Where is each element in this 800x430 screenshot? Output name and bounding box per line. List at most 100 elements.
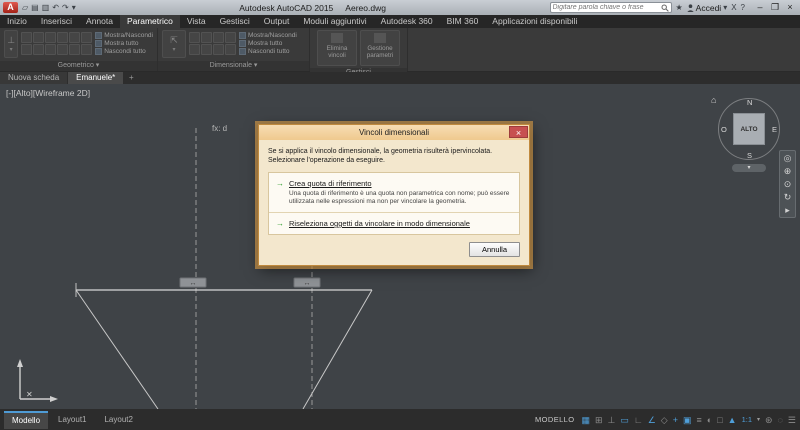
annotation-scale[interactable]: 1:1 (742, 415, 752, 424)
ortho-mode-icon[interactable]: ∟ (634, 413, 643, 427)
constraint-icon[interactable] (57, 44, 69, 55)
isometric-drafting-icon[interactable]: ◇ (661, 413, 668, 427)
tab-autodesk-360[interactable]: Autodesk 360 (374, 15, 440, 28)
viewcube-compass[interactable]: ⌂ N E S O ALTO (711, 95, 780, 160)
constraint-icon[interactable] (213, 32, 224, 43)
cancel-button[interactable]: Annulla (468, 242, 520, 257)
grid-icon[interactable]: ▦ (581, 413, 590, 427)
show-all-geometric-button[interactable]: Mostra tutto (95, 40, 153, 47)
constraint-icon[interactable] (225, 32, 236, 43)
constraint-icon[interactable] (201, 32, 212, 43)
constraint-icon[interactable] (45, 32, 57, 43)
constraint-icon[interactable] (45, 44, 57, 55)
help-icon[interactable]: ? (741, 3, 745, 12)
viewcube-east[interactable]: E (772, 125, 777, 134)
customization-icon[interactable]: ☰ (788, 413, 796, 427)
search-input[interactable] (552, 4, 661, 11)
titlebar[interactable]: A ▱ ▤ ▥ ↶ ↷ ▾ Autodesk AutoCAD 2015 Aereo… (0, 0, 800, 15)
viewcube-north[interactable]: N (747, 98, 752, 107)
dimensional-constraint-marker[interactable]: ↔ (293, 277, 321, 288)
constraint-icon[interactable] (69, 32, 81, 43)
zoom-icon[interactable]: ⊙ (784, 179, 792, 189)
linear-constraint-button[interactable]: ⇱ ▾ (162, 30, 186, 58)
new-drawing-button[interactable]: + (124, 72, 138, 84)
file-tab-emanuele[interactable]: Emanuele* (68, 72, 124, 84)
viewcube-west[interactable]: O (721, 125, 727, 134)
print-icon[interactable]: ▥ (42, 3, 50, 13)
snap-mode-icon[interactable]: ⊞ (595, 413, 603, 427)
close-button[interactable]: × (783, 2, 797, 13)
annotation-visibility-icon[interactable]: ▲ (728, 413, 737, 427)
reselect-objects-option[interactable]: → Riseleziona oggetti da vincolare in mo… (269, 212, 519, 234)
viewcube-menu[interactable]: ▾ (732, 164, 766, 172)
show-motion-icon[interactable]: ▸ (785, 205, 790, 215)
drawing-area[interactable]: ↔ ↔ [-][Alto][Wireframe 2D] fx: d ⌂ N E … (0, 84, 800, 409)
constraint-icon[interactable] (69, 44, 81, 55)
viewcube-home-icon[interactable]: ⌂ (711, 95, 716, 105)
constraint-icon[interactable] (189, 32, 200, 43)
tab-bim-360[interactable]: BIM 360 (440, 15, 486, 28)
redo-icon[interactable]: ↷ (62, 3, 69, 13)
open-icon[interactable]: ▱ (22, 3, 28, 13)
panel-label-dimensionale[interactable]: Dimensionale ▾ (158, 61, 309, 71)
hide-all-geometric-button[interactable]: Nascondi tutto (95, 48, 153, 55)
tab-inserisci[interactable]: Inserisci (34, 15, 79, 28)
file-tab-nuova-scheda[interactable]: Nuova scheda (0, 72, 68, 84)
dialog-titlebar[interactable]: Vincoli dimensionali × (259, 125, 529, 140)
orbit-icon[interactable]: ↻ (784, 192, 792, 202)
application-menu-button[interactable]: A (3, 2, 18, 13)
constraint-icon[interactable] (81, 32, 93, 43)
tab-gestisci[interactable]: Gestisci (213, 15, 257, 28)
constraint-icon[interactable] (189, 44, 200, 55)
workspace-switching-icon[interactable]: ⊛ (765, 413, 773, 427)
tab-applicazioni-disponibili[interactable]: Applicazioni disponibili (485, 15, 584, 28)
dynamic-input-icon[interactable]: ▭ (620, 413, 629, 427)
tab-moduli-aggiuntivi[interactable]: Moduli aggiuntivi (296, 15, 373, 28)
hide-all-dimensional-button[interactable]: Nascondi tutto (239, 48, 297, 55)
tab-output[interactable]: Output (257, 15, 297, 28)
constraint-icon[interactable] (225, 44, 236, 55)
restore-button[interactable]: ❐ (768, 2, 782, 13)
infer-constraints-icon[interactable]: ⊥ (608, 413, 616, 427)
layout-tab-layout1[interactable]: Layout1 (50, 412, 94, 428)
object-snap-icon[interactable]: ▣ (683, 413, 692, 427)
layout-tab-layout2[interactable]: Layout2 (96, 412, 140, 428)
constraint-icon[interactable] (57, 32, 69, 43)
lineweight-icon[interactable]: ≡ (697, 413, 702, 427)
constraint-icon[interactable] (33, 32, 45, 43)
constraint-icon[interactable] (33, 44, 45, 55)
viewport-controls[interactable]: [-][Alto][Wireframe 2D] (6, 88, 90, 98)
show-hide-dimensional-button[interactable]: Mostra/Nascondi (239, 32, 297, 39)
panel-label-geometrico[interactable]: Geometrico ▾ (0, 61, 157, 71)
show-all-dimensional-button[interactable]: Mostra tutto (239, 40, 297, 47)
dimensional-constraint-marker[interactable]: ↔ (179, 277, 207, 288)
tab-vista[interactable]: Vista (180, 15, 213, 28)
search-icon[interactable] (661, 4, 669, 12)
annotation-scale-caret-icon[interactable]: ▾ (757, 416, 760, 423)
show-hide-geometric-button[interactable]: Mostra/Nascondi (95, 32, 153, 39)
exchange-apps-icon[interactable]: X (731, 3, 736, 12)
tab-annota[interactable]: Annota (79, 15, 120, 28)
viewcube-south[interactable]: S (747, 151, 752, 160)
layout-tab-modello[interactable]: Modello (4, 410, 49, 429)
viewcube[interactable]: ⌂ N E S O ALTO ▾ (711, 95, 782, 172)
pan-icon[interactable]: ⊕ (784, 166, 792, 176)
favorites-star-icon[interactable]: ★ (676, 3, 683, 12)
delete-constraints-button[interactable]: Elimina vincoli (317, 30, 357, 66)
tab-inizio[interactable]: Inizio (0, 15, 34, 28)
constraint-icon[interactable] (213, 44, 224, 55)
parameters-manager-button[interactable]: Gestione parametri (360, 30, 400, 66)
selection-cycling-icon[interactable]: □ (717, 413, 722, 427)
minimize-button[interactable]: – (753, 2, 767, 13)
constraint-icon[interactable] (201, 44, 212, 55)
transparency-icon[interactable]: ◐ (707, 413, 712, 427)
undo-icon[interactable]: ↶ (52, 3, 59, 13)
tab-parametrico[interactable]: Parametrico (119, 15, 180, 28)
polar-tracking-icon[interactable]: ∠ (648, 413, 656, 427)
model-space-label[interactable]: MODELLO (535, 415, 574, 424)
create-reference-dimension-option[interactable]: → Crea quota di riferimento Una quota di… (269, 173, 519, 212)
help-search-box[interactable] (549, 2, 672, 13)
object-snap-tracking-icon[interactable]: + (673, 413, 678, 427)
isolate-objects-icon[interactable]: ◌ (778, 413, 783, 427)
auto-constrain-button[interactable]: ⊥ ▾ (4, 30, 19, 58)
